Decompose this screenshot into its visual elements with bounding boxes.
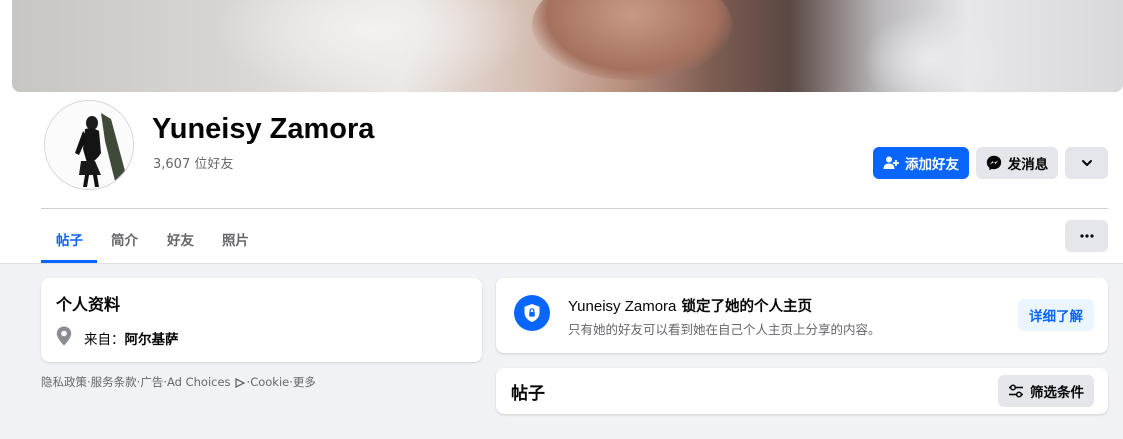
footer-link-ads[interactable]: 广告 — [140, 374, 163, 390]
chevron-down-icon — [1081, 160, 1092, 166]
locked-profile-card: Yuneisy Zamora 锁定了她的个人主页 只有她的好友可以看到她在自己个… — [496, 278, 1108, 353]
footer-link-terms[interactable]: 服务条款 — [91, 374, 137, 390]
posts-card: 帖子 筛选条件 — [496, 368, 1108, 414]
avatar-photo — [45, 101, 133, 189]
from-value[interactable]: 阿尔基萨 — [125, 332, 179, 348]
filter-button[interactable]: 筛选条件 — [998, 375, 1094, 407]
intro-card: 个人资料 来自：阿尔基萨 — [41, 278, 482, 362]
posts-title: 帖子 — [511, 384, 545, 404]
filter-label: 筛选条件 — [1030, 385, 1084, 401]
locked-description: 只有她的好友可以看到她在自己个人主页上分享的内容。 — [568, 322, 881, 337]
location-text: 来自：阿尔基萨 — [84, 328, 179, 348]
shield-lock-icon — [524, 304, 540, 322]
intro-title: 个人资料 — [56, 295, 121, 314]
ellipsis-icon — [1079, 234, 1094, 238]
message-button[interactable]: 发消息 — [976, 147, 1058, 179]
footer-links: 隐私政策 · 服务条款 · 广告 · Ad Choices · Cookie ·… — [41, 374, 316, 390]
footer-link-cookie[interactable]: Cookie — [250, 375, 289, 389]
friends-count[interactable]: 3,607 位好友 — [153, 153, 233, 172]
location-pin-icon — [56, 326, 72, 346]
add-friend-label: 添加好友 — [905, 157, 959, 173]
cover-photo[interactable] — [12, 0, 1123, 92]
header-divider — [41, 208, 1108, 209]
footer-link-privacy[interactable]: 隐私政策 — [41, 374, 87, 390]
locked-shield-badge — [514, 295, 550, 331]
locked-title-suffix: 锁定了她的个人主页 — [676, 299, 812, 315]
footer-link-more[interactable]: 更多 — [293, 374, 316, 390]
add-person-icon — [883, 156, 899, 169]
more-options-button[interactable] — [1065, 147, 1108, 179]
profile-avatar[interactable] — [44, 100, 134, 190]
messenger-icon — [986, 155, 1001, 171]
add-friend-button[interactable]: 添加好友 — [873, 147, 969, 179]
locked-title: Yuneisy Zamora 锁定了她的个人主页 — [568, 295, 812, 316]
tab-posts[interactable]: 帖子 — [56, 229, 83, 249]
tab-friends[interactable]: 好友 — [167, 229, 194, 249]
footer-link-ad-choices[interactable]: Ad Choices — [167, 375, 231, 389]
learn-more-button[interactable]: 详细了解 — [1018, 299, 1094, 331]
filter-sliders-icon — [1009, 384, 1023, 398]
tab-photos[interactable]: 照片 — [222, 229, 249, 249]
tab-more-button[interactable] — [1065, 220, 1108, 252]
ad-choices-icon[interactable] — [234, 377, 246, 389]
message-label: 发消息 — [1007, 157, 1049, 173]
locked-profile-name: Yuneisy Zamora — [568, 298, 677, 315]
tab-about[interactable]: 简介 — [111, 229, 138, 249]
from-label: 来自： — [84, 332, 125, 348]
profile-name: Yuneisy Zamora — [152, 113, 375, 145]
